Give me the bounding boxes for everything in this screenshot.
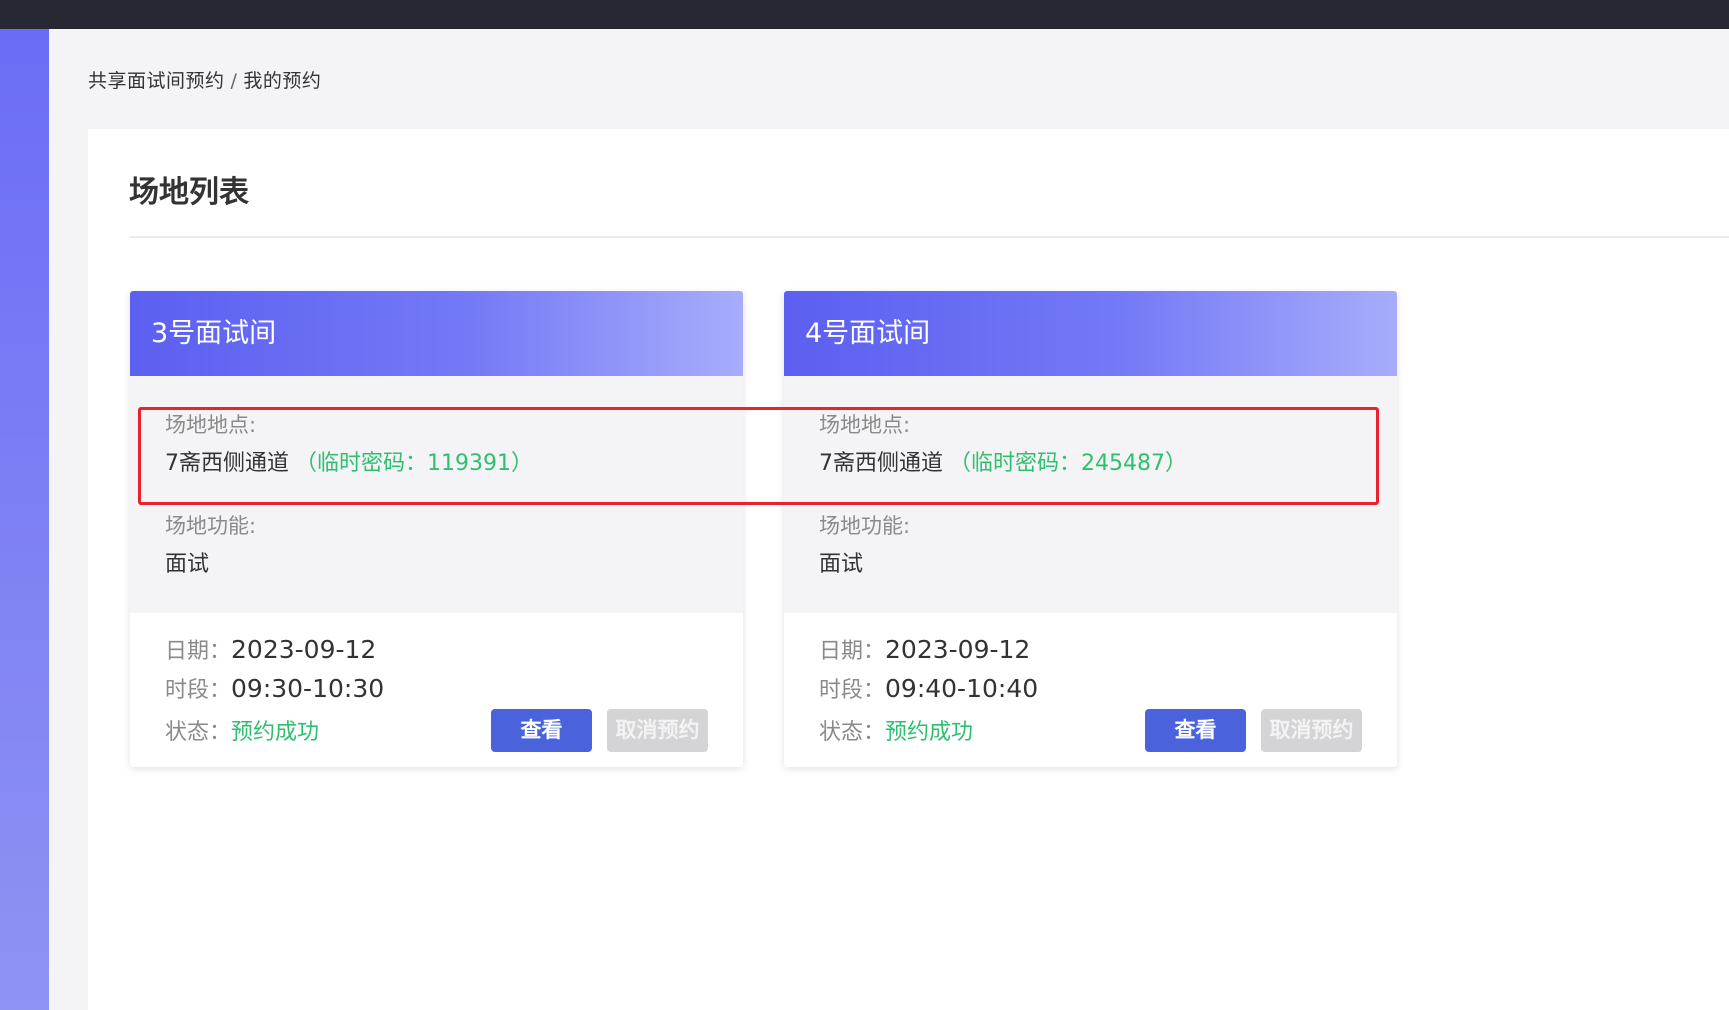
time-value: 09:30-10:30: [231, 674, 385, 703]
date-value: 2023-09-12: [885, 635, 1031, 664]
status-value: 预约成功: [885, 720, 974, 745]
temp-password: （临时密码：245487）: [949, 451, 1187, 476]
function-value: 面试: [819, 552, 864, 577]
function-label: 场地功能:: [165, 514, 257, 538]
status-row: 状态：预约成功: [819, 714, 973, 746]
sidebar: [0, 29, 49, 1010]
card-title: 3号面试间: [130, 291, 743, 376]
location-label: 场地地点:: [819, 413, 911, 437]
venue-card: 4号面试间 场地地点: 7斋西侧通道 （临时密码：245487） 场地功能: 面试…: [784, 291, 1397, 767]
page-title: 场地列表: [129, 175, 249, 210]
date-row: 日期：2023-09-12: [165, 633, 376, 665]
card-info: 场地地点: 7斋西侧通道 （临时密码：119391） 场地功能: 面试: [130, 376, 743, 613]
main-panel: 场地列表 3号面试间 场地地点: 7斋西侧通道 （临时密码：119391） 场地功…: [88, 129, 1729, 1010]
time-row: 时段：09:30-10:30: [165, 672, 384, 704]
date-row: 日期：2023-09-12: [819, 633, 1030, 665]
time-label: 时段：: [165, 678, 232, 703]
function-value: 面试: [165, 552, 210, 577]
venue-card: 3号面试间 场地地点: 7斋西侧通道 （临时密码：119391） 场地功能: 面试…: [130, 291, 743, 767]
location-label: 场地地点:: [165, 413, 257, 437]
breadcrumb: 共享面试间预约 / 我的预约: [88, 66, 321, 93]
status-row: 状态：预约成功: [165, 714, 319, 746]
breadcrumb-root[interactable]: 共享面试间预约: [88, 70, 225, 92]
card-info: 场地地点: 7斋西侧通道 （临时密码：245487） 场地功能: 面试: [784, 376, 1397, 613]
status-value: 预约成功: [231, 720, 320, 745]
temp-password: （临时密码：119391）: [295, 451, 533, 476]
date-label: 日期：: [165, 639, 232, 664]
date-value: 2023-09-12: [231, 635, 377, 664]
date-label: 日期：: [819, 639, 886, 664]
function-label: 场地功能:: [819, 514, 911, 538]
card-footer: 日期：2023-09-12 时段：09:30-10:30 状态：预约成功 查看 …: [130, 613, 743, 767]
card-footer: 日期：2023-09-12 时段：09:40-10:40 状态：预约成功 查看 …: [784, 613, 1397, 767]
time-label: 时段：: [819, 678, 886, 703]
status-label: 状态：: [819, 720, 886, 745]
breadcrumb-current: 我的预约: [243, 70, 322, 92]
location-value: 7斋西侧通道 （临时密码：245487）: [819, 445, 1187, 477]
location-value: 7斋西侧通道 （临时密码：119391）: [165, 445, 533, 477]
location-text: 7斋西侧通道: [165, 451, 289, 476]
location-text: 7斋西侧通道: [819, 451, 943, 476]
view-button[interactable]: 查看: [491, 709, 592, 752]
top-bar: [0, 0, 1729, 29]
cancel-reservation-button[interactable]: 取消预约: [607, 709, 708, 752]
breadcrumb-separator: /: [230, 70, 238, 92]
status-label: 状态：: [165, 720, 232, 745]
card-title: 4号面试间: [784, 291, 1397, 376]
time-value: 09:40-10:40: [885, 674, 1039, 703]
cancel-reservation-button[interactable]: 取消预约: [1261, 709, 1362, 752]
view-button[interactable]: 查看: [1145, 709, 1246, 752]
time-row: 时段：09:40-10:40: [819, 672, 1038, 704]
divider: [129, 236, 1729, 238]
